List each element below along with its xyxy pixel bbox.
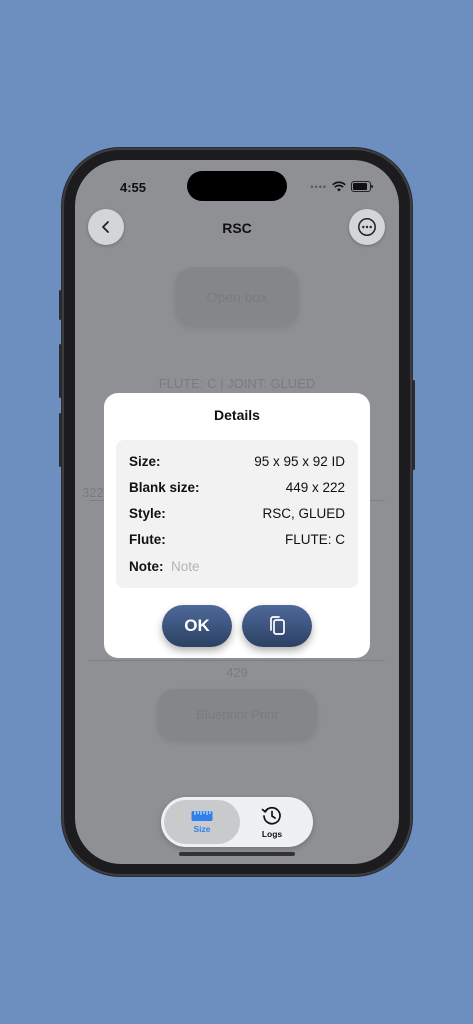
- dimension-bottom-label: 429: [226, 665, 248, 680]
- status-icons: ••••: [310, 181, 373, 192]
- status-time: 4:55: [120, 180, 147, 195]
- silent-switch: [59, 290, 62, 320]
- detail-value: 95 x 95 x 92 ID: [254, 454, 345, 469]
- phone-frame: 4:55 •••• RSC Open box FLUTE: C | JOINT:…: [59, 148, 415, 876]
- power-button: [412, 380, 415, 470]
- clock-history-icon: [261, 806, 281, 825]
- tab-bar: Size Logs: [161, 797, 313, 847]
- detail-row-note: Note: Note: [129, 559, 345, 577]
- note-input[interactable]: Note: [171, 559, 200, 574]
- ok-button[interactable]: OK: [162, 605, 232, 647]
- open-box-button[interactable]: Open box: [175, 267, 299, 327]
- more-button[interactable]: [349, 209, 385, 245]
- detail-label: Blank size:: [129, 480, 200, 495]
- home-indicator[interactable]: [179, 852, 295, 856]
- details-box: Size: 95 x 95 x 92 ID Blank size: 449 x …: [116, 440, 358, 588]
- ellipsis-circle-icon: [358, 218, 376, 236]
- dimension-left-label: 322: [82, 485, 104, 500]
- open-box-label: Open box: [206, 289, 268, 305]
- blueprint-print-label: Blueprint Print: [196, 707, 278, 722]
- tab-size-label: Size: [193, 824, 211, 834]
- detail-label: Flute:: [129, 532, 166, 547]
- detail-row-blank-size: Blank size: 449 x 222: [129, 480, 345, 498]
- ruler-icon: [191, 811, 213, 821]
- dialog-title: Details: [214, 407, 260, 423]
- tab-logs-label: Logs: [261, 829, 283, 839]
- detail-row-style: Style: RSC, GLUED: [129, 506, 345, 524]
- wifi-icon: [332, 181, 346, 192]
- detail-value: RSC, GLUED: [262, 506, 345, 521]
- volume-up-button: [59, 344, 62, 398]
- note-label: Note:: [129, 559, 164, 574]
- detail-row-size: Size: 95 x 95 x 92 ID: [129, 454, 345, 472]
- detail-value: 449 x 222: [285, 480, 345, 495]
- screen: 4:55 •••• RSC Open box FLUTE: C | JOINT:…: [75, 160, 399, 864]
- blueprint-line-bottom: [89, 660, 385, 661]
- signal-icon: ••••: [310, 181, 327, 192]
- volume-down-button: [59, 413, 62, 467]
- battery-icon: [351, 181, 373, 192]
- detail-label: Size:: [129, 454, 161, 469]
- copy-button[interactable]: [242, 605, 312, 647]
- detail-value: FLUTE: C: [284, 532, 345, 547]
- detail-label: Style:: [129, 506, 166, 521]
- detail-row-flute: Flute: FLUTE: C: [129, 532, 345, 550]
- blueprint-print-button[interactable]: Blueprint Print: [157, 689, 317, 741]
- details-dialog: Details Size: 95 x 95 x 92 ID Blank size…: [104, 393, 370, 658]
- tab-logs[interactable]: Logs: [234, 797, 310, 847]
- tab-size[interactable]: Size: [164, 797, 240, 847]
- copy-icon: [270, 616, 285, 635]
- dynamic-island: [187, 171, 287, 201]
- flute-joint-label: FLUTE: C | JOINT: GLUED: [158, 376, 316, 391]
